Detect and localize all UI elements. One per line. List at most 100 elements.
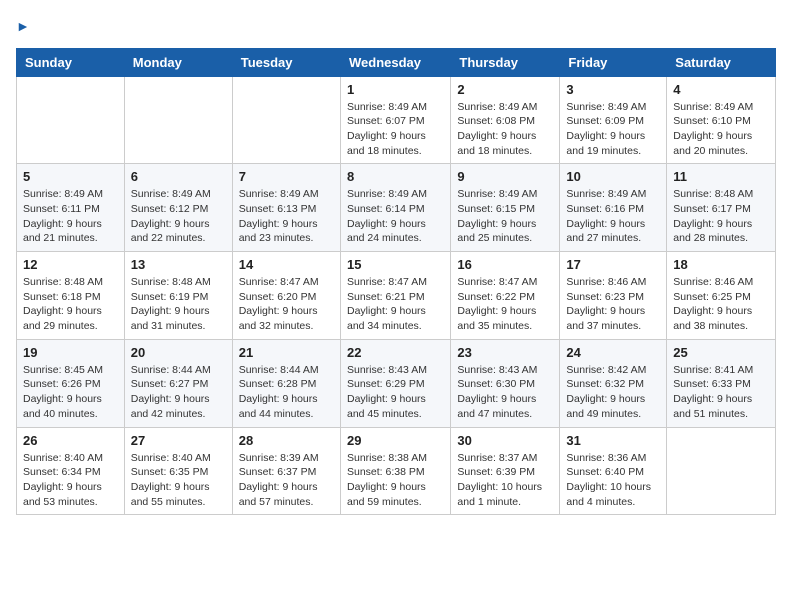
day-info: Sunrise: 8:38 AM Sunset: 6:38 PM Dayligh… [347,451,444,510]
calendar-cell: 26 Sunrise: 8:40 AM Sunset: 6:34 PM Dayli… [17,427,125,515]
day-info: Sunrise: 8:47 AM Sunset: 6:21 PM Dayligh… [347,275,444,334]
calendar-cell: 8Sunrise: 8:49 AM Sunset: 6:14 PM Daylig… [340,164,450,252]
day-info: Sunrise: 8:36 AM Sunset: 6:40 PM Dayligh… [566,451,660,510]
calendar-cell [17,76,125,164]
calendar-cell: 2Sunrise: 8:49 AM Sunset: 6:08 PM Daylig… [451,76,560,164]
calendar-week-row: 1 Sunrise: 8:49 AM Sunset: 6:07 PM Daylig… [17,76,776,164]
day-info: Sunrise: 8:46 AM Sunset: 6:25 PM Dayligh… [673,275,769,334]
day-number: 10 [566,169,660,184]
calendar-table: SundayMondayTuesdayWednesdayThursdayFrid… [16,48,776,516]
day-number: 2 [457,82,553,97]
day-info: Sunrise: 8:49 AM Sunset: 6:15 PM Dayligh… [457,187,553,246]
column-header-monday: Monday [124,48,232,76]
day-number: 1 [347,82,444,97]
column-header-tuesday: Tuesday [232,48,340,76]
day-info: Sunrise: 8:48 AM Sunset: 6:19 PM Dayligh… [131,275,226,334]
logo-icon: ► [16,18,30,34]
day-number: 9 [457,169,553,184]
day-info: Sunrise: 8:45 AM Sunset: 6:26 PM Dayligh… [23,363,118,422]
day-number: 4 [673,82,769,97]
day-number: 14 [239,257,334,272]
day-number: 31 [566,433,660,448]
day-number: 24 [566,345,660,360]
calendar-week-row: 5Sunrise: 8:49 AM Sunset: 6:11 PM Daylig… [17,164,776,252]
day-info: Sunrise: 8:42 AM Sunset: 6:32 PM Dayligh… [566,363,660,422]
calendar-cell: 31 Sunrise: 8:36 AM Sunset: 6:40 PM Dayli… [560,427,667,515]
day-info: Sunrise: 8:49 AM Sunset: 6:07 PM Dayligh… [347,100,444,159]
day-number: 16 [457,257,553,272]
day-number: 27 [131,433,226,448]
calendar-header-row: SundayMondayTuesdayWednesdayThursdayFrid… [17,48,776,76]
day-info: Sunrise: 8:49 AM Sunset: 6:14 PM Dayligh… [347,187,444,246]
day-info: Sunrise: 8:43 AM Sunset: 6:29 PM Dayligh… [347,363,444,422]
day-number: 29 [347,433,444,448]
day-number: 19 [23,345,118,360]
column-header-friday: Friday [560,48,667,76]
day-info: Sunrise: 8:48 AM Sunset: 6:17 PM Dayligh… [673,187,769,246]
day-info: Sunrise: 8:46 AM Sunset: 6:23 PM Dayligh… [566,275,660,334]
day-number: 12 [23,257,118,272]
calendar-cell: 1 Sunrise: 8:49 AM Sunset: 6:07 PM Daylig… [340,76,450,164]
day-info: Sunrise: 8:37 AM Sunset: 6:39 PM Dayligh… [457,451,553,510]
page-header: ► [16,16,776,36]
day-number: 13 [131,257,226,272]
calendar-cell: 24 Sunrise: 8:42 AM Sunset: 6:32 PM Dayli… [560,339,667,427]
day-info: Sunrise: 8:49 AM Sunset: 6:10 PM Dayligh… [673,100,769,159]
calendar-cell: 15Sunrise: 8:47 AM Sunset: 6:21 PM Dayli… [340,252,450,340]
calendar-cell [667,427,776,515]
calendar-cell: 22Sunrise: 8:43 AM Sunset: 6:29 PM Dayli… [340,339,450,427]
calendar-cell: 11 Sunrise: 8:48 AM Sunset: 6:17 PM Dayli… [667,164,776,252]
day-info: Sunrise: 8:40 AM Sunset: 6:34 PM Dayligh… [23,451,118,510]
calendar-week-row: 19 Sunrise: 8:45 AM Sunset: 6:26 PM Dayli… [17,339,776,427]
day-number: 11 [673,169,769,184]
day-number: 18 [673,257,769,272]
calendar-cell: 4 Sunrise: 8:49 AM Sunset: 6:10 PM Daylig… [667,76,776,164]
calendar-cell: 27 Sunrise: 8:40 AM Sunset: 6:35 PM Dayli… [124,427,232,515]
day-number: 20 [131,345,226,360]
day-info: Sunrise: 8:44 AM Sunset: 6:27 PM Dayligh… [131,363,226,422]
day-number: 5 [23,169,118,184]
calendar-cell: 17 Sunrise: 8:46 AM Sunset: 6:23 PM Dayli… [560,252,667,340]
day-number: 17 [566,257,660,272]
calendar-cell: 30 Sunrise: 8:37 AM Sunset: 6:39 PM Dayli… [451,427,560,515]
day-info: Sunrise: 8:49 AM Sunset: 6:13 PM Dayligh… [239,187,334,246]
calendar-cell: 12Sunrise: 8:48 AM Sunset: 6:18 PM Dayli… [17,252,125,340]
day-number: 23 [457,345,553,360]
calendar-cell: 9 Sunrise: 8:49 AM Sunset: 6:15 PM Daylig… [451,164,560,252]
calendar-cell: 28Sunrise: 8:39 AM Sunset: 6:37 PM Dayli… [232,427,340,515]
calendar-cell: 18 Sunrise: 8:46 AM Sunset: 6:25 PM Dayli… [667,252,776,340]
calendar-cell: 25Sunrise: 8:41 AM Sunset: 6:33 PM Dayli… [667,339,776,427]
day-number: 30 [457,433,553,448]
calendar-cell: 13 Sunrise: 8:48 AM Sunset: 6:19 PM Dayli… [124,252,232,340]
calendar-cell: 21 Sunrise: 8:44 AM Sunset: 6:28 PM Dayli… [232,339,340,427]
day-number: 7 [239,169,334,184]
calendar-cell: 3 Sunrise: 8:49 AM Sunset: 6:09 PM Daylig… [560,76,667,164]
calendar-cell: 23 Sunrise: 8:43 AM Sunset: 6:30 PM Dayli… [451,339,560,427]
calendar-cell [124,76,232,164]
calendar-week-row: 26 Sunrise: 8:40 AM Sunset: 6:34 PM Dayli… [17,427,776,515]
day-info: Sunrise: 8:47 AM Sunset: 6:22 PM Dayligh… [457,275,553,334]
day-info: Sunrise: 8:47 AM Sunset: 6:20 PM Dayligh… [239,275,334,334]
calendar-cell: 20 Sunrise: 8:44 AM Sunset: 6:27 PM Dayli… [124,339,232,427]
calendar-cell: 5Sunrise: 8:49 AM Sunset: 6:11 PM Daylig… [17,164,125,252]
calendar-cell: 14 Sunrise: 8:47 AM Sunset: 6:20 PM Dayli… [232,252,340,340]
day-info: Sunrise: 8:43 AM Sunset: 6:30 PM Dayligh… [457,363,553,422]
day-info: Sunrise: 8:41 AM Sunset: 6:33 PM Dayligh… [673,363,769,422]
logo: ► [16,16,30,36]
day-number: 26 [23,433,118,448]
calendar-cell: 6Sunrise: 8:49 AM Sunset: 6:12 PM Daylig… [124,164,232,252]
column-header-wednesday: Wednesday [340,48,450,76]
day-number: 6 [131,169,226,184]
calendar-cell: 16 Sunrise: 8:47 AM Sunset: 6:22 PM Dayli… [451,252,560,340]
day-info: Sunrise: 8:39 AM Sunset: 6:37 PM Dayligh… [239,451,334,510]
day-info: Sunrise: 8:44 AM Sunset: 6:28 PM Dayligh… [239,363,334,422]
calendar-cell: 29 Sunrise: 8:38 AM Sunset: 6:38 PM Dayli… [340,427,450,515]
day-number: 21 [239,345,334,360]
day-info: Sunrise: 8:49 AM Sunset: 6:09 PM Dayligh… [566,100,660,159]
calendar-cell: 19 Sunrise: 8:45 AM Sunset: 6:26 PM Dayli… [17,339,125,427]
calendar-cell: 7 Sunrise: 8:49 AM Sunset: 6:13 PM Daylig… [232,164,340,252]
day-info: Sunrise: 8:40 AM Sunset: 6:35 PM Dayligh… [131,451,226,510]
calendar-cell [232,76,340,164]
day-number: 3 [566,82,660,97]
column-header-thursday: Thursday [451,48,560,76]
